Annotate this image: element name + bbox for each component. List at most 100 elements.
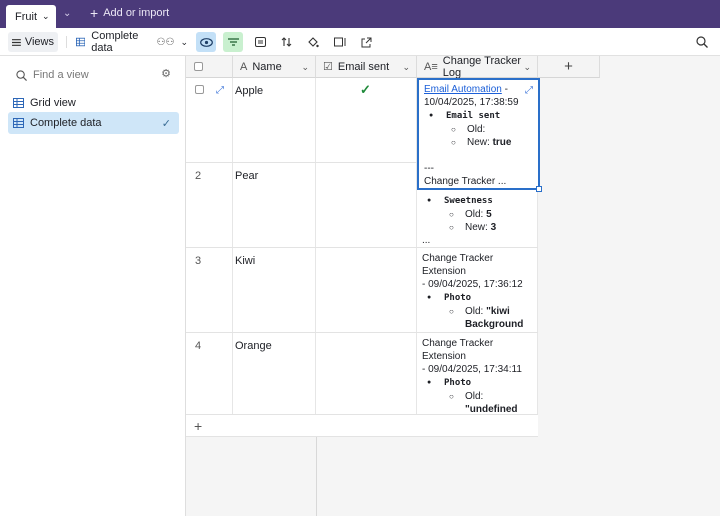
log-separator: --- <box>424 163 434 174</box>
sidebar-item-label: Grid view <box>30 97 76 109</box>
plus-icon: + <box>194 418 203 434</box>
add-row-button[interactable]: + <box>186 415 538 437</box>
data-grid: A Name ⌄ ☑ Email sent ⌄ A≡ Change Tracke… <box>186 55 720 516</box>
toolbar-divider <box>66 36 67 48</box>
row-height-button[interactable] <box>331 32 349 52</box>
group-button[interactable] <box>251 32 269 52</box>
chevron-down-icon: ⌄ <box>180 36 188 47</box>
current-view-button[interactable]: Complete data ⚇⚇ ⌄ <box>76 30 188 54</box>
checkbox-field-icon: ☑ <box>323 61 333 73</box>
column-header-label: Name <box>252 60 282 73</box>
add-field-button[interactable]: + <box>538 56 600 78</box>
email-sent-cell[interactable] <box>316 333 417 414</box>
grid-view-icon <box>76 37 86 47</box>
row-checkbox[interactable] <box>195 85 204 94</box>
view-sidebar: Find a view ⚙ Grid view Complete data ✓ <box>0 56 186 516</box>
views-button[interactable]: Views <box>8 32 58 52</box>
log-ellipsis: ... <box>422 235 431 246</box>
name-cell[interactable]: Orange <box>233 333 316 414</box>
name-cell[interactable]: Pear <box>233 163 316 247</box>
check-icon: ✓ <box>360 82 371 97</box>
email-sent-cell[interactable]: ✓ <box>316 78 417 162</box>
log-field-item: Sweetness <box>422 194 537 208</box>
log-new-value: New: 3 <box>422 221 537 234</box>
log-new-value: New: true <box>424 136 538 149</box>
table-row[interactable]: 3 Kiwi Change Tracker Extension - 09/04/… <box>186 248 538 333</box>
row-height-icon <box>334 37 346 47</box>
log-date: - 09/04/2025, 17:36:12 <box>422 279 523 290</box>
current-view-label: Complete data <box>91 30 139 54</box>
column-header-change-tracker-log[interactable]: A≡ Change Tracker Log ⌄ <box>417 55 538 79</box>
chevron-down-icon: ⌄ <box>42 11 50 21</box>
more-tables-chevron-icon[interactable]: ⌄ <box>63 8 71 19</box>
paint-bucket-icon <box>308 36 319 47</box>
check-icon: ✓ <box>161 118 171 130</box>
select-all-header[interactable] <box>186 56 233 78</box>
row-number: 4 <box>186 333 233 414</box>
log-source: Change Tracker Extension <box>422 338 494 362</box>
search-icon <box>16 69 27 81</box>
log-field-item: Photo <box>422 376 537 390</box>
row-number: 2 <box>186 163 233 247</box>
sidebar-item-complete-data[interactable]: Complete data ✓ <box>8 112 179 134</box>
log-source: Change Tracker Extension <box>422 253 494 277</box>
plus-icon: + <box>90 5 99 21</box>
chevron-down-icon[interactable]: ⌄ <box>301 62 309 73</box>
views-label: Views <box>24 36 54 48</box>
external-link-icon <box>361 37 371 47</box>
top-bar: Fruit ⌄ ⌄ + Add or import <box>0 0 720 28</box>
sort-icon <box>281 37 291 47</box>
name-cell[interactable]: Kiwi <box>233 248 316 332</box>
gear-icon[interactable]: ⚙ <box>161 67 171 80</box>
sidebar-item-grid-view[interactable]: Grid view <box>8 92 179 114</box>
share-view-button[interactable] <box>357 32 375 52</box>
sort-button[interactable] <box>277 32 295 52</box>
collaborators-icon: ⚇⚇ <box>156 36 175 48</box>
hide-fields-button[interactable] <box>196 32 216 52</box>
column-header-name[interactable]: A Name ⌄ <box>233 56 316 78</box>
log-old-value: Old: "undefined (att0g7l8Pqnye6mp9, 4897… <box>422 390 537 414</box>
chevron-down-icon[interactable]: ⌄ <box>523 62 531 73</box>
find-view-placeholder: Find a view <box>33 69 89 81</box>
long-text-field-icon: A≡ <box>424 60 438 73</box>
change-log-cell-active[interactable]: ⤢ Email Automation - 10/04/2025, 17:38:5… <box>417 78 542 192</box>
change-log-cell[interactable]: Change Tracker Extension - 09/04/2025, 1… <box>417 248 538 332</box>
add-or-import-button[interactable]: + Add or import <box>90 5 170 21</box>
table-row[interactable]: 4 Orange Change Tracker Extension - 09/0… <box>186 333 538 415</box>
column-header-email-sent[interactable]: ☑ Email sent ⌄ <box>316 56 417 78</box>
change-log-cell[interactable]: Change Tracker Extension - 09/04/2025, 1… <box>417 333 538 414</box>
name-cell[interactable]: Apple <box>233 78 316 162</box>
group-icon <box>254 37 266 47</box>
text-field-icon: A <box>240 60 248 73</box>
plus-icon: + <box>564 58 573 75</box>
table-tab-fruit[interactable]: Fruit ⌄ <box>6 5 56 28</box>
column-divider <box>316 437 317 516</box>
eye-icon <box>199 37 213 47</box>
select-all-checkbox[interactable] <box>194 62 203 71</box>
email-automation-link[interactable]: Email Automation <box>424 84 502 95</box>
row-selector[interactable]: ⤢ <box>186 78 233 162</box>
log-header: Email Automation - 10/04/2025, 17:38:59 <box>424 84 519 108</box>
log-old-value: Old: <box>424 123 538 136</box>
log-date: - 09/04/2025, 17:34:11 <box>422 364 522 375</box>
grid-view-icon <box>13 118 24 128</box>
table-tab-label: Fruit <box>15 10 37 23</box>
log-old-value: Old: 5 <box>422 208 537 221</box>
color-button[interactable] <box>304 32 322 52</box>
cell-fill-handle[interactable] <box>536 186 542 192</box>
sidebar-item-label: Complete data <box>30 117 102 129</box>
chevron-down-icon[interactable]: ⌄ <box>402 62 410 73</box>
filter-button[interactable] <box>223 32 243 52</box>
column-header-label: Email sent <box>337 60 390 73</box>
expand-icon[interactable]: ⤢ <box>216 85 224 96</box>
filter-icon <box>227 38 239 46</box>
find-view-search[interactable]: Find a view ⚙ <box>16 67 171 83</box>
log-next-entry: Change Tracker ... <box>424 176 507 187</box>
search-button[interactable] <box>694 32 710 52</box>
menu-icon <box>12 38 21 46</box>
email-sent-cell[interactable] <box>316 248 417 332</box>
grid-view-icon <box>13 98 24 108</box>
add-or-import-label: Add or import <box>103 7 170 19</box>
email-sent-cell[interactable] <box>316 163 417 247</box>
expand-icon[interactable]: ⤢ <box>525 84 533 97</box>
